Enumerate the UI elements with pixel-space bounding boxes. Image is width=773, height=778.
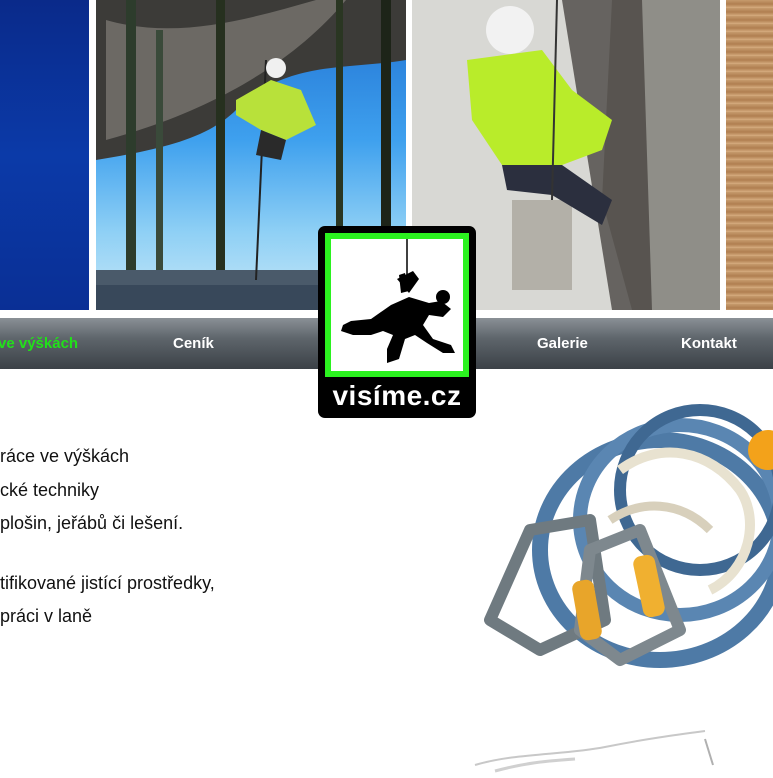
content-line-5: práci v laně: [0, 606, 93, 626]
banner-photo-1: [0, 0, 89, 310]
nav-item-pricing[interactable]: Ceník: [173, 318, 214, 369]
content-line-2: cké techniky: [0, 480, 100, 500]
content-line-3: plošin, jeřábů či lešení.: [0, 513, 184, 533]
logo-image-area: [331, 239, 463, 371]
sketch-illustration: [474, 730, 714, 773]
logo-text: visíme.cz: [332, 380, 462, 411]
logo-green-frame: [325, 233, 469, 377]
rope-carabiners-illustration: [484, 404, 773, 668]
content-line-1: ráce ve výškách: [0, 446, 130, 466]
banner-photo-4: [726, 0, 773, 310]
nav-item-gallery[interactable]: Galerie: [537, 318, 588, 369]
content-line-4: tifikované jistící prostředky,: [0, 573, 215, 593]
nav-item-work-at-heights[interactable]: ve výškách: [0, 318, 78, 369]
rope-and-carabiners-image: [470, 370, 773, 700]
rope-climber-silhouette-icon: [341, 239, 455, 363]
site-logo[interactable]: visíme.cz: [318, 226, 476, 418]
nav-item-contact[interactable]: Kontakt: [681, 318, 737, 369]
decorative-sketch: [455, 725, 773, 773]
